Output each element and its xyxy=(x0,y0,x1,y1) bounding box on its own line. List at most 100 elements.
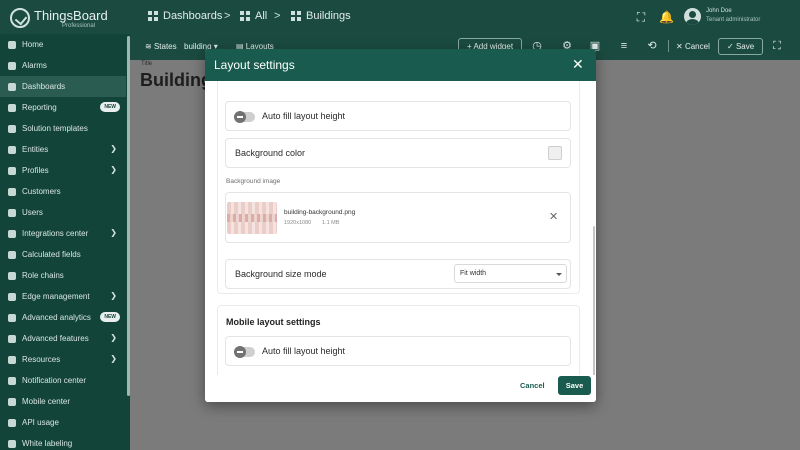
analytics-icon xyxy=(8,313,16,322)
background-image-row: building-background.png 1920x1080 1.1 MB… xyxy=(225,192,571,243)
new-badge: NEW xyxy=(100,312,120,322)
user-name: John Doe xyxy=(706,8,732,14)
sidebar-item-reporting[interactable]: Reporting NEW xyxy=(0,97,126,118)
sidebar-item-advanced-analytics[interactable]: Advanced analytics NEW xyxy=(0,307,126,328)
customers-icon xyxy=(8,187,16,196)
sidebar-item-resources[interactable]: Resources ❯ xyxy=(0,349,126,370)
dialog-scrollbar[interactable] xyxy=(593,226,595,375)
sidebar-item-alarms[interactable]: Alarms xyxy=(0,55,126,76)
layout-settings-dialog: Layout settings ✕ Auto fill layout heigh… xyxy=(205,49,596,402)
profiles-icon xyxy=(8,166,16,175)
sidebar-item-solution-templates[interactable]: Solution templates xyxy=(0,118,126,139)
chevron-down-icon: ❯ xyxy=(110,354,117,363)
user-role: Tenant administrator xyxy=(706,17,761,23)
sidebar-item-calculated-fields[interactable]: Calculated fields xyxy=(0,244,126,265)
dialog-body: Auto fill layout height Background color… xyxy=(205,81,596,375)
user-avatar-icon[interactable] xyxy=(684,8,701,25)
chains-icon xyxy=(8,271,16,280)
fullscreen-icon[interactable]: ⛶ xyxy=(634,10,648,24)
dashboards-icon xyxy=(240,11,250,21)
sidebar-item-dashboards[interactable]: Dashboards xyxy=(0,76,126,97)
sidebar-item-white-labeling[interactable]: White labeling xyxy=(0,433,126,450)
users-icon xyxy=(8,208,16,217)
mobile-auto-fill-row: Auto fill layout height xyxy=(225,336,571,366)
sidebar-item-customers[interactable]: Customers xyxy=(0,181,126,202)
breadcrumb-separator: > xyxy=(224,10,231,22)
dialog-title: Layout settings xyxy=(214,58,295,72)
file-name: building-background.png xyxy=(284,209,356,216)
background-color-row: Background color xyxy=(225,138,571,168)
background-color-swatch[interactable] xyxy=(548,146,562,160)
top-bar xyxy=(0,0,800,34)
api-icon xyxy=(8,418,16,427)
toolbar-divider xyxy=(668,40,669,52)
dashboards-icon xyxy=(8,82,16,91)
sidebar-item-profiles[interactable]: Profiles ❯ xyxy=(0,160,126,181)
chevron-down-icon: ❯ xyxy=(110,228,117,237)
alarm-icon xyxy=(8,61,16,70)
close-icon[interactable]: ✕ xyxy=(572,57,584,71)
dashboard-icon xyxy=(291,11,301,21)
dashboards-icon xyxy=(148,11,158,21)
mobile-section-title: Mobile layout settings xyxy=(226,317,321,327)
sidebar: Home Alarms Dashboards Reporting NEW Solu… xyxy=(0,34,130,450)
chevron-down-icon: ❯ xyxy=(110,291,117,300)
reporting-icon xyxy=(8,103,16,112)
version-history-icon[interactable]: ⟲ xyxy=(646,40,658,52)
expand-icon[interactable]: ⛶ xyxy=(771,40,783,52)
background-size-mode-select[interactable]: Fit width xyxy=(454,264,567,283)
toolbar-save-button[interactable]: ✓ Save xyxy=(718,38,764,55)
chevron-down-icon: ❯ xyxy=(110,144,117,153)
sidebar-item-api-usage[interactable]: API usage xyxy=(0,412,126,433)
calculator-icon xyxy=(8,250,16,259)
sidebar-item-entities[interactable]: Entities ❯ xyxy=(0,139,126,160)
auto-fill-toggle[interactable] xyxy=(234,111,255,123)
app-logo[interactable]: ThingsBoard Professional xyxy=(10,7,114,29)
file-resolution: 1920x1080 xyxy=(284,220,312,226)
edge-icon xyxy=(8,292,16,301)
dashboard-title-label: Title xyxy=(141,61,153,67)
chevron-down-icon xyxy=(556,273,562,276)
resources-icon xyxy=(8,355,16,364)
sidebar-item-role-chains[interactable]: Role chains xyxy=(0,265,126,286)
save-button[interactable]: Save xyxy=(558,376,591,395)
dialog-footer: Cancel Save xyxy=(205,375,596,402)
auto-fill-label: Auto fill layout height xyxy=(262,111,346,121)
sidebar-item-home[interactable]: Home xyxy=(0,34,126,55)
home-icon xyxy=(8,40,16,49)
sidebar-item-advanced-features[interactable]: Advanced features ❯ xyxy=(0,328,126,349)
cancel-button[interactable]: Cancel xyxy=(520,381,545,390)
background-image-thumbnail xyxy=(227,202,277,234)
background-color-label: Background color xyxy=(235,148,306,158)
remove-image-icon[interactable]: ✕ xyxy=(549,210,558,223)
file-size: 1.1 MB xyxy=(322,220,340,226)
chevron-down-icon: ❯ xyxy=(110,333,117,342)
sidebar-item-integrations-center[interactable]: Integrations center ❯ xyxy=(0,223,126,244)
notification-icon xyxy=(8,376,16,385)
templates-icon xyxy=(8,124,16,133)
filter-icon[interactable]: ≡ xyxy=(618,40,630,52)
features-icon xyxy=(8,334,16,343)
background-size-mode-label: Background size mode xyxy=(235,269,327,279)
states-label[interactable]: ≋ States xyxy=(145,42,177,51)
toolbar-cancel-button[interactable]: ✕ Cancel xyxy=(676,42,710,51)
mobile-auto-fill-label: Auto fill layout height xyxy=(262,346,346,356)
palette-icon xyxy=(8,439,16,448)
background-size-mode-row: Background size mode Fit width xyxy=(225,259,571,289)
breadcrumb-all[interactable]: All xyxy=(240,10,267,22)
breadcrumb-dashboards[interactable]: Dashboards xyxy=(148,10,222,22)
breadcrumb-buildings[interactable]: Buildings xyxy=(291,10,351,22)
entities-icon xyxy=(8,145,16,154)
app-name: ThingsBoard xyxy=(34,8,108,23)
background-image-label: Background image xyxy=(226,178,281,185)
notifications-bell-icon[interactable]: 🔔 xyxy=(659,10,674,24)
new-badge: NEW xyxy=(100,102,120,112)
auto-fill-row: Auto fill layout height xyxy=(225,101,571,131)
sidebar-item-users[interactable]: Users xyxy=(0,202,126,223)
mobile-auto-fill-toggle[interactable] xyxy=(234,346,255,358)
sidebar-item-notification-center[interactable]: Notification center xyxy=(0,370,126,391)
chevron-down-icon: ❯ xyxy=(110,165,117,174)
sidebar-item-edge-management[interactable]: Edge management ❯ xyxy=(0,286,126,307)
app-edition: Professional xyxy=(62,23,96,29)
sidebar-item-mobile-center[interactable]: Mobile center xyxy=(0,391,126,412)
